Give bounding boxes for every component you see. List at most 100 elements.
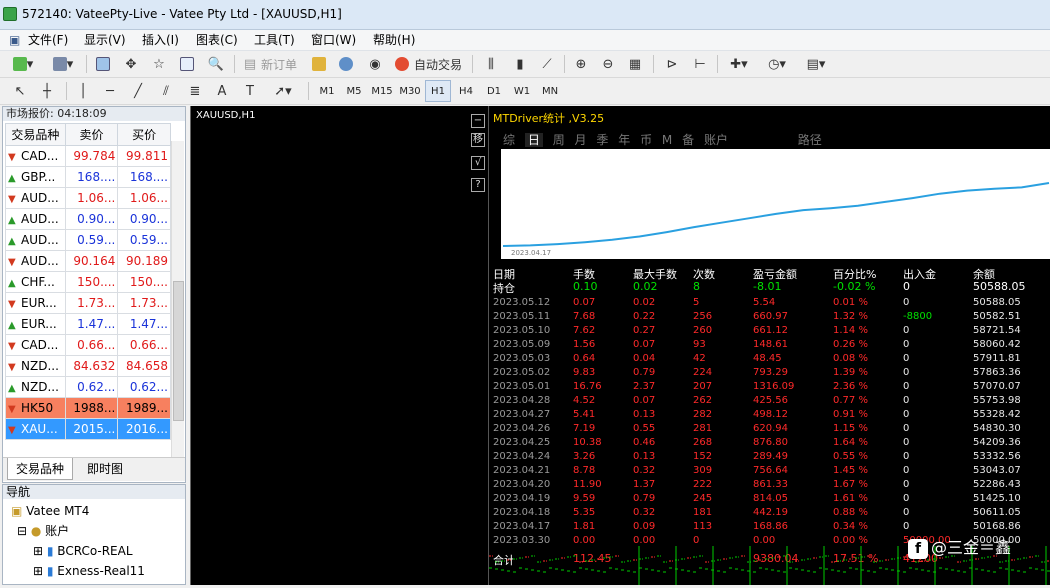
col-symbol[interactable]: 交易品种 (5, 123, 66, 146)
zoom-in-icon[interactable]: ⊕ (571, 53, 591, 75)
tab-backup[interactable]: 备 (682, 133, 694, 147)
bar-chart-icon[interactable]: ⫼ (481, 53, 501, 75)
text-label-icon[interactable]: T (241, 80, 259, 102)
market-watch-row[interactable]: ▲ AUD... 0.59... 0.59... (5, 229, 171, 251)
radio-icon[interactable]: ◉ (365, 53, 385, 75)
scrollbar-thumb[interactable] (173, 281, 184, 421)
stats-cell: 1.32 % (833, 311, 868, 322)
timeframe-h1[interactable]: H1 (425, 80, 451, 102)
tab-currency[interactable]: 币 (640, 133, 652, 147)
tab-symbols[interactable]: 交易品种 (7, 458, 74, 480)
arrows-icon[interactable]: ➚▾ (268, 80, 298, 102)
timeframe-w1[interactable]: W1 (509, 80, 535, 102)
timeframe-m5[interactable]: M5 (341, 80, 367, 102)
stats-cell: 814.05 (753, 493, 788, 504)
vertical-line-icon[interactable]: │ (76, 80, 90, 102)
tab-week[interactable]: 周 (553, 133, 565, 147)
tile-windows-icon[interactable]: ▦ (625, 53, 645, 75)
menu-insert[interactable]: 插入(I) (138, 32, 183, 49)
menu-help[interactable]: 帮助(H) (369, 32, 419, 49)
signals-icon[interactable] (336, 53, 356, 75)
auto-scroll-icon[interactable]: ⊳ (661, 53, 683, 75)
market-watch-row[interactable]: ▼ CAD... 99.784 99.811 (5, 145, 171, 167)
market-watch-row[interactable]: ▼ AUD... 1.06... 1.06... (5, 187, 171, 209)
nav-item-account-1[interactable]: ⊞ ▮ BCRCo-REAL (33, 541, 133, 561)
check-icon[interactable]: √ (471, 156, 485, 170)
tab-month[interactable]: 月 (575, 133, 587, 147)
favorites-icon[interactable]: ☆ (148, 53, 170, 75)
menu-window[interactable]: 窗口(W) (307, 32, 360, 49)
timeframe-d1[interactable]: D1 (481, 80, 507, 102)
market-watch-row[interactable]: ▲ AUD... 0.90... 0.90... (5, 208, 171, 230)
col-ask[interactable]: 买价 (117, 123, 171, 146)
auto-trade-button[interactable]: 自动交易 (414, 53, 466, 75)
chart-shift-icon[interactable]: ⊢ (689, 53, 711, 75)
metaeditor-icon[interactable] (309, 53, 329, 75)
timeframe-m1[interactable]: M1 (314, 80, 340, 102)
market-watch-icon[interactable] (92, 53, 114, 75)
market-watch-row[interactable]: ▲ CHF... 150.... 150.... (5, 271, 171, 293)
timeframe-mn[interactable]: MN (537, 80, 563, 102)
trendline-icon[interactable]: ╱ (130, 80, 146, 102)
new-order-icon[interactable]: ▤ (241, 53, 259, 75)
market-watch-row[interactable]: ▼ HK50 1988... 1989... (5, 397, 171, 419)
menu-tools[interactable]: 工具(T) (250, 32, 299, 49)
menu-file[interactable]: 文件(F) (24, 32, 72, 49)
tab-path[interactable]: 路径 (798, 133, 822, 147)
nav-item-accounts[interactable]: ⊟ ● 账户 (17, 521, 69, 541)
stats-cell: 0.07 (633, 395, 656, 406)
symbol-name: XAU... (21, 422, 58, 436)
market-watch-row[interactable]: ▼ CAD... 0.66... 0.66... (5, 334, 171, 356)
fibonacci-icon[interactable]: ≣ (186, 80, 204, 102)
tab-year[interactable]: 年 (618, 133, 630, 147)
tab-quarter[interactable]: 季 (596, 133, 608, 147)
tab-account[interactable]: 账户 (704, 133, 728, 147)
tester-icon[interactable]: 🔍 (205, 53, 227, 75)
market-watch-row[interactable]: ▼ AUD... 90.164 90.189 (5, 250, 171, 272)
templates-icon[interactable]: ▤▾ (800, 53, 832, 75)
move-icon[interactable]: 移 (471, 133, 485, 147)
market-watch-row[interactable]: ▲ EUR... 1.47... 1.47... (5, 313, 171, 335)
new-order-button[interactable]: 新订单 (261, 53, 301, 75)
cursor-icon[interactable]: ↖ (12, 80, 28, 102)
profiles-icon[interactable]: ▾ (48, 53, 78, 75)
zoom-out-icon[interactable]: ⊖ (598, 53, 618, 75)
market-watch-row[interactable]: ▼ NZD... 84.632 84.658 (5, 355, 171, 377)
tab-summary[interactable]: 综 (503, 133, 515, 147)
nav-item-account-2[interactable]: ⊞ ▮ Exness-Real11 (33, 561, 145, 581)
arrow-down-icon: ▼ (8, 194, 16, 205)
tab-m[interactable]: M (662, 133, 672, 147)
new-chart-icon[interactable]: ▾ (8, 53, 38, 75)
menu-app-icon[interactable]: ▣ (5, 32, 24, 49)
menu-charts[interactable]: 图表(C) (192, 32, 242, 49)
menu-view[interactable]: 显示(V) (80, 32, 130, 49)
market-watch-row[interactable]: ▲ GBP... 168.... 168.... (5, 166, 171, 188)
stats-cell: 1.15 % (833, 423, 868, 434)
navigator-icon[interactable]: ✥ (120, 53, 142, 75)
timeframe-h4[interactable]: H4 (453, 80, 479, 102)
indicators-icon[interactable]: ✚▾ (724, 53, 754, 75)
timeframe-m15[interactable]: M15 (369, 80, 395, 102)
text-icon[interactable]: A (215, 80, 229, 102)
help-icon[interactable]: ? (471, 178, 485, 192)
col-bid[interactable]: 卖价 (64, 123, 119, 146)
line-chart-icon[interactable]: ⟋ (537, 53, 557, 75)
chart-window[interactable]: XAUUSD,H1 − 移 √ ? MTDriver统计 ,V3.25 综 日 … (190, 106, 1050, 585)
market-watch-row[interactable]: ▼ EUR... 1.73... 1.73... (5, 292, 171, 314)
timeframe-m30[interactable]: M30 (397, 80, 423, 102)
terminal-icon[interactable] (176, 53, 198, 75)
auto-trade-icon[interactable] (392, 53, 412, 75)
market-watch-row[interactable]: ▼ XAU... 2015... 2016... (5, 418, 171, 440)
crosshair-icon[interactable]: ┼ (38, 80, 56, 102)
panel-toggle-icon[interactable]: − (471, 114, 485, 128)
nav-item-root[interactable]: ▣ Vatee MT4 (11, 501, 89, 521)
horizontal-line-icon[interactable]: ─ (102, 80, 118, 102)
periods-icon[interactable]: ◷▾ (762, 53, 792, 75)
tab-tick-chart[interactable]: 即时图 (79, 458, 131, 480)
market-watch-scrollbar[interactable] (171, 141, 184, 461)
equidistant-channel-icon[interactable]: ⫽ (157, 80, 175, 102)
tab-day[interactable]: 日 (524, 133, 543, 147)
market-watch-row[interactable]: ▲ NZD... 0.62... 0.62... (5, 376, 171, 398)
expand-icon: ⊞ (33, 544, 47, 558)
candlestick-icon[interactable]: ▮ (509, 53, 531, 75)
